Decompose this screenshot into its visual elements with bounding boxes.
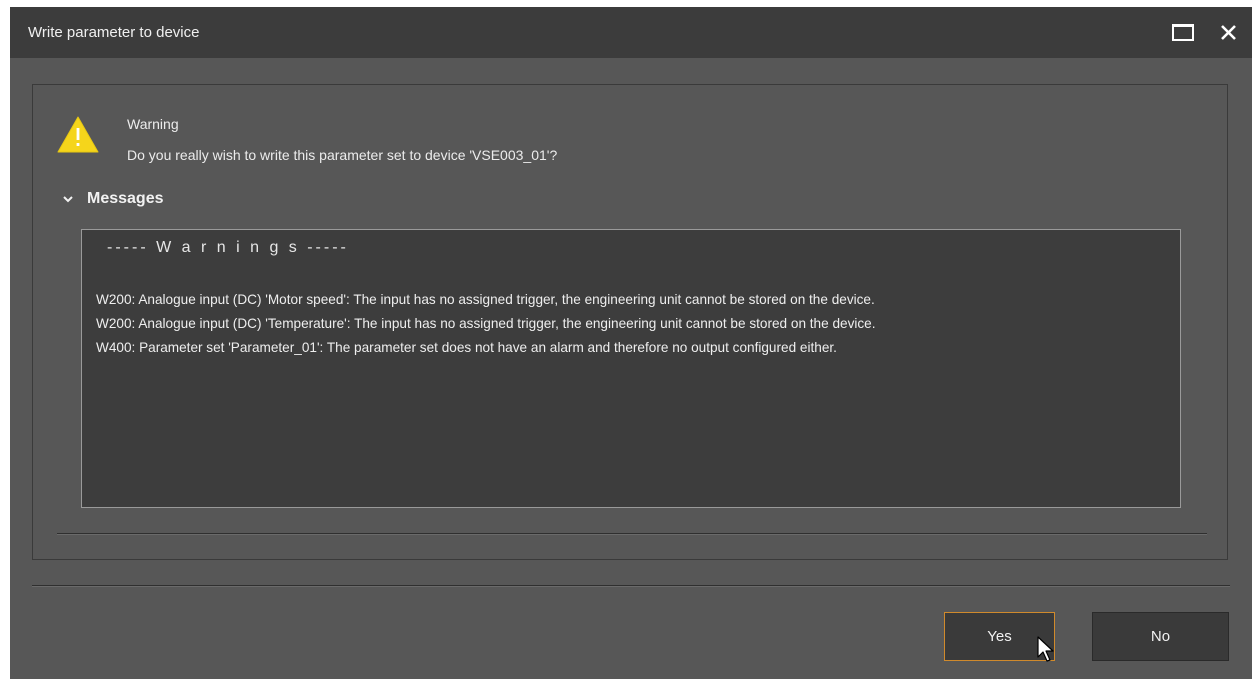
warning-triangle-icon: [57, 116, 99, 153]
dialog-title: Write parameter to device: [28, 24, 200, 41]
confirmation-question: Do you really wish to write this paramet…: [127, 147, 558, 163]
divider: [57, 533, 1207, 534]
close-icon: [1221, 25, 1236, 40]
warnings-heading: ----- W a r n i n g s -----: [107, 239, 349, 256]
yes-button[interactable]: Yes: [944, 612, 1055, 661]
message-panel: Warning Do you really wish to write this…: [32, 84, 1228, 560]
chevron-down-icon: [63, 196, 73, 203]
messages-log[interactable]: ----- W a r n i n g s ----- W200: Analog…: [81, 229, 1181, 508]
divider: [32, 585, 1230, 586]
maximize-button[interactable]: [1170, 21, 1196, 45]
messages-label: Messages: [87, 190, 164, 207]
messages-expander[interactable]: Messages: [61, 188, 164, 210]
close-button[interactable]: [1216, 21, 1242, 45]
warning-label: Warning: [127, 116, 179, 132]
write-parameter-dialog: Write parameter to device Warning Do you…: [10, 7, 1252, 679]
log-line: W200: Analogue input (DC) 'Motor speed':…: [96, 292, 875, 307]
log-line: W200: Analogue input (DC) 'Temperature':…: [96, 316, 876, 331]
log-line: W400: Parameter set 'Parameter_01': The …: [96, 340, 837, 355]
no-button[interactable]: No: [1092, 612, 1229, 661]
maximize-icon: [1172, 24, 1194, 41]
title-bar[interactable]: Write parameter to device: [10, 7, 1252, 58]
